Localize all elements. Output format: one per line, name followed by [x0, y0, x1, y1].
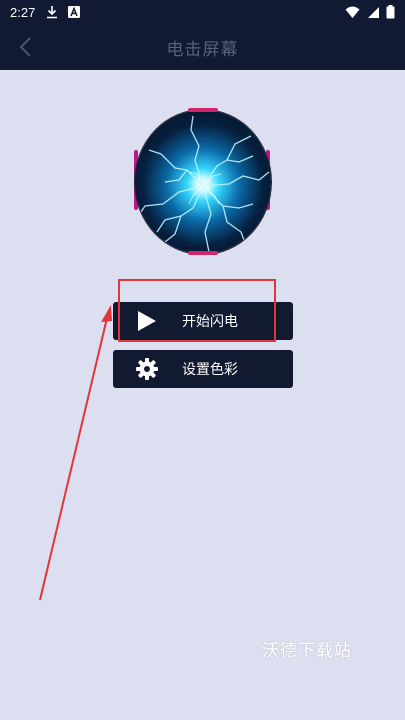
a-icon	[67, 5, 81, 19]
page-title: 电击屏幕	[166, 39, 239, 60]
chevron-left-icon	[19, 37, 31, 57]
status-bar: 2:27	[0, 0, 405, 24]
battery-icon	[386, 5, 395, 19]
orb-bottom-mark	[188, 251, 218, 255]
status-right-icons	[339, 5, 395, 19]
gear-icon	[127, 358, 167, 380]
lightning-orb-image	[135, 110, 271, 254]
signal-icon	[368, 6, 379, 18]
set-color-button[interactable]: 设置色彩	[113, 350, 293, 388]
set-color-label: 设置色彩	[182, 362, 238, 378]
wifi-icon	[345, 6, 360, 18]
title-bar: 电击屏幕	[0, 24, 405, 70]
highlight-box	[118, 279, 276, 342]
watermark-text: 沃德下载站	[262, 641, 352, 661]
download-icon	[45, 5, 59, 19]
orb-top-mark	[188, 108, 218, 112]
back-button[interactable]	[10, 32, 40, 62]
status-time: 2:27	[10, 4, 36, 20]
